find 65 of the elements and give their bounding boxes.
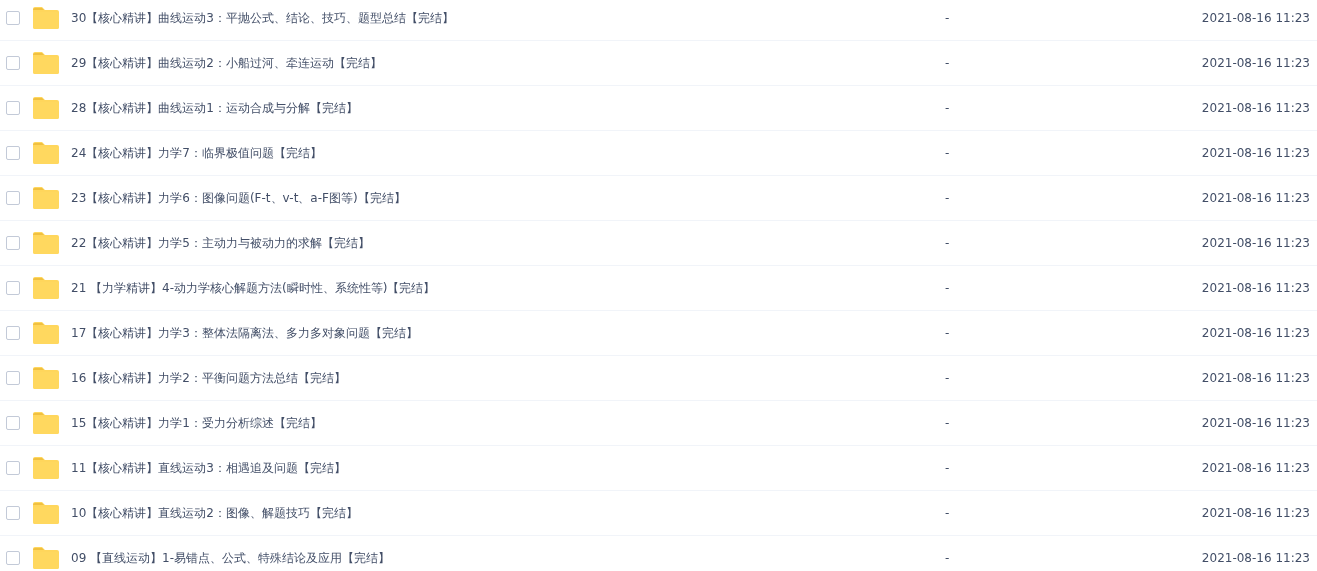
checkbox[interactable] bbox=[6, 326, 20, 340]
folder-icon bbox=[33, 322, 59, 344]
folder-icon bbox=[33, 7, 59, 29]
modified-date: 2021-08-16 11:23 bbox=[1200, 191, 1311, 205]
file-name[interactable]: 15【核心精讲】力学1：受力分析综述【完结】 bbox=[71, 414, 871, 432]
file-name[interactable]: 11【核心精讲】直线运动3：相遇追及问题【完结】 bbox=[71, 459, 871, 477]
folder-icon bbox=[33, 412, 59, 434]
file-size: - bbox=[945, 101, 951, 115]
checkbox[interactable] bbox=[6, 551, 20, 565]
folder-icon bbox=[33, 547, 59, 569]
modified-date: 2021-08-16 11:23 bbox=[1200, 506, 1311, 520]
checkbox[interactable] bbox=[6, 56, 20, 70]
checkbox[interactable] bbox=[6, 101, 20, 115]
modified-date: 2021-08-16 11:23 bbox=[1200, 56, 1311, 70]
folder-icon bbox=[33, 187, 59, 209]
folder-icon bbox=[33, 232, 59, 254]
file-name[interactable]: 09 【直线运动】1-易错点、公式、特殊结论及应用【完结】 bbox=[71, 549, 871, 567]
modified-date: 2021-08-16 11:23 bbox=[1200, 146, 1311, 160]
modified-date: 2021-08-16 11:23 bbox=[1200, 326, 1311, 340]
file-name[interactable]: 24【核心精讲】力学7：临界极值问题【完结】 bbox=[71, 144, 871, 162]
folder-icon bbox=[33, 277, 59, 299]
modified-date: 2021-08-16 11:23 bbox=[1200, 281, 1311, 295]
folder-icon bbox=[33, 457, 59, 479]
modified-date: 2021-08-16 11:23 bbox=[1200, 461, 1311, 475]
file-size: - bbox=[945, 281, 951, 295]
file-size: - bbox=[945, 416, 951, 430]
file-size: - bbox=[945, 191, 951, 205]
file-size: - bbox=[945, 326, 951, 340]
file-size: - bbox=[945, 506, 951, 520]
checkbox[interactable] bbox=[6, 506, 20, 520]
file-size: - bbox=[945, 11, 951, 25]
modified-date: 2021-08-16 11:23 bbox=[1200, 416, 1311, 430]
checkbox[interactable] bbox=[6, 416, 20, 430]
file-name[interactable]: 23【核心精讲】力学6：图像问题(F-t、v-t、a-F图等)【完结】 bbox=[71, 189, 871, 207]
file-name[interactable]: 21 【力学精讲】4-动力学核心解题方法(瞬时性、系统性等)【完结】 bbox=[71, 279, 871, 297]
file-name[interactable]: 30【核心精讲】曲线运动3：平抛公式、结论、技巧、题型总结【完结】 bbox=[71, 9, 871, 27]
folder-icon bbox=[33, 52, 59, 74]
file-name[interactable]: 16【核心精讲】力学2：平衡问题方法总结【完结】 bbox=[71, 369, 871, 387]
checkbox[interactable] bbox=[6, 11, 20, 25]
file-name[interactable]: 17【核心精讲】力学3：整体法隔离法、多力多对象问题【完结】 bbox=[71, 324, 871, 342]
checkbox[interactable] bbox=[6, 191, 20, 205]
checkbox[interactable] bbox=[6, 461, 20, 475]
folder-icon bbox=[33, 502, 59, 524]
folder-icon bbox=[33, 367, 59, 389]
modified-date: 2021-08-16 11:23 bbox=[1200, 11, 1311, 25]
folder-icon bbox=[33, 97, 59, 119]
file-name[interactable]: 22【核心精讲】力学5：主动力与被动力的求解【完结】 bbox=[71, 234, 871, 252]
file-size: - bbox=[945, 236, 951, 250]
file-size: - bbox=[945, 371, 951, 385]
checkbox[interactable] bbox=[6, 281, 20, 295]
checkbox[interactable] bbox=[6, 371, 20, 385]
file-name[interactable]: 29【核心精讲】曲线运动2：小船过河、牵连运动【完结】 bbox=[71, 54, 871, 72]
modified-date: 2021-08-16 11:23 bbox=[1200, 101, 1311, 115]
modified-date: 2021-08-16 11:23 bbox=[1200, 236, 1311, 250]
file-size: - bbox=[945, 56, 951, 70]
file-name[interactable]: 28【核心精讲】曲线运动1：运动合成与分解【完结】 bbox=[71, 99, 871, 117]
file-size: - bbox=[945, 551, 951, 565]
modified-date: 2021-08-16 11:23 bbox=[1200, 551, 1311, 565]
folder-icon bbox=[33, 142, 59, 164]
checkbox[interactable] bbox=[6, 146, 20, 160]
modified-date: 2021-08-16 11:23 bbox=[1200, 371, 1311, 385]
file-size: - bbox=[945, 146, 951, 160]
checkbox[interactable] bbox=[6, 236, 20, 250]
file-name[interactable]: 10【核心精讲】直线运动2：图像、解题技巧【完结】 bbox=[71, 504, 871, 522]
file-size: - bbox=[945, 461, 951, 475]
